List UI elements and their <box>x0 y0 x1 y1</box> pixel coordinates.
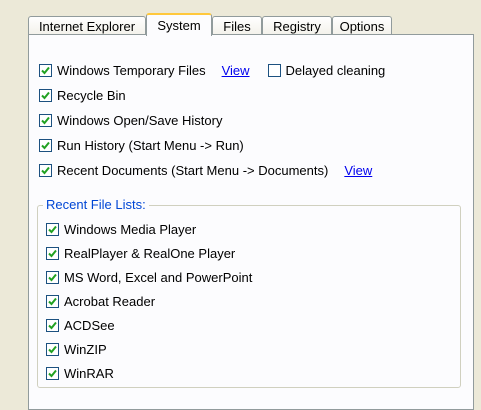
recycle-bin-checkbox[interactable] <box>39 88 52 102</box>
acrobat-reader-checkbox[interactable] <box>46 294 59 308</box>
windows-temp-files-view-link[interactable]: View <box>222 63 250 78</box>
winrar-label: WinRAR <box>64 365 114 381</box>
option-windows-temp-files[interactable]: Windows Temporary Files View Delayed cle… <box>39 61 385 79</box>
checkmark-icon <box>48 273 57 281</box>
file-list-item[interactable]: MS Word, Excel and PowerPoint <box>46 268 252 286</box>
checkmark-icon <box>48 321 57 329</box>
acdsee-checkbox[interactable] <box>46 318 59 332</box>
file-list-item[interactable]: Acrobat Reader <box>46 292 155 310</box>
system-tab-panel: Windows Temporary Files View Delayed cle… <box>28 34 474 410</box>
checkmark-icon <box>41 141 50 149</box>
open-save-history-checkbox[interactable] <box>39 113 52 127</box>
checkmark-icon <box>41 91 50 99</box>
tab-options[interactable]: Options <box>332 16 392 35</box>
recent-documents-label: Recent Documents (Start Menu -> Document… <box>57 162 329 178</box>
option-recycle-bin[interactable]: Recycle Bin <box>39 86 126 104</box>
winrar-checkbox[interactable] <box>46 366 59 380</box>
run-history-label: Run History (Start Menu -> Run) <box>57 137 244 153</box>
run-history-checkbox[interactable] <box>39 138 52 152</box>
windows-temp-files-checkbox[interactable] <box>39 63 52 77</box>
recent-file-lists-title: Recent File Lists: <box>43 197 149 212</box>
ms-office-label: MS Word, Excel and PowerPoint <box>64 269 253 285</box>
checkmark-icon <box>48 345 57 353</box>
option-run-history[interactable]: Run History (Start Menu -> Run) <box>39 136 244 154</box>
winzip-checkbox[interactable] <box>46 342 59 356</box>
winzip-label: WinZIP <box>64 341 107 357</box>
file-list-item[interactable]: RealPlayer & RealOne Player <box>46 244 235 262</box>
realplayer-label: RealPlayer & RealOne Player <box>64 245 236 261</box>
windows-media-player-label: Windows Media Player <box>64 221 197 237</box>
checkmark-icon <box>48 297 57 305</box>
tab-files[interactable]: Files <box>212 16 262 35</box>
recent-documents-checkbox[interactable] <box>39 163 52 177</box>
tab-internet-explorer[interactable]: Internet Explorer <box>28 16 146 35</box>
windows-media-player-checkbox[interactable] <box>46 222 59 236</box>
recycle-bin-label: Recycle Bin <box>57 87 126 103</box>
recent-documents-view-link[interactable]: View <box>344 163 372 178</box>
checkmark-icon <box>41 66 50 74</box>
checkmark-icon <box>41 116 50 124</box>
file-list-item[interactable]: WinZIP <box>46 340 107 358</box>
checkmark-icon <box>48 225 57 233</box>
windows-temp-files-label: Windows Temporary Files <box>57 62 206 78</box>
acdsee-label: ACDSee <box>64 317 115 333</box>
delayed-cleaning-label: Delayed cleaning <box>285 62 386 78</box>
checkmark-icon <box>48 249 57 257</box>
open-save-history-label: Windows Open/Save History <box>57 112 223 128</box>
ms-office-checkbox[interactable] <box>46 270 59 284</box>
checkmark-icon <box>41 166 50 174</box>
tab-registry[interactable]: Registry <box>262 16 332 35</box>
file-list-item[interactable]: ACDSee <box>46 316 115 334</box>
delayed-cleaning-checkbox[interactable] <box>267 63 281 77</box>
checkmark-icon <box>48 369 57 377</box>
acrobat-reader-label: Acrobat Reader <box>64 293 156 309</box>
option-recent-documents[interactable]: Recent Documents (Start Menu -> Document… <box>39 161 372 179</box>
file-list-item[interactable]: Windows Media Player <box>46 220 196 238</box>
tab-system[interactable]: System <box>146 13 212 36</box>
option-open-save-history[interactable]: Windows Open/Save History <box>39 111 222 129</box>
realplayer-checkbox[interactable] <box>46 246 59 260</box>
recent-file-lists-group: Recent File Lists: Windows Media Player … <box>37 197 461 388</box>
file-list-item[interactable]: WinRAR <box>46 364 114 382</box>
